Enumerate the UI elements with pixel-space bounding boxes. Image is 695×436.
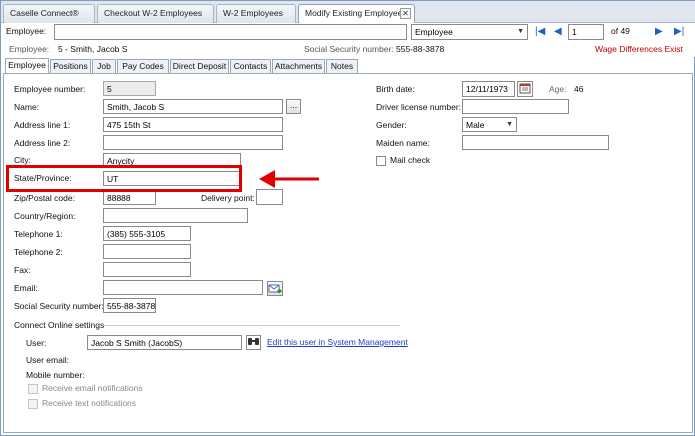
tab-employee[interactable]: Employee — [5, 58, 49, 73]
wage-differences-warning: Wage Differences Exist — [595, 44, 683, 54]
name-field[interactable]: Smith, Jacob S — [103, 99, 283, 114]
chevron-down-icon: ▼ — [506, 121, 513, 128]
email-label: Email: — [14, 283, 38, 293]
telephone1-label: Telephone 1: — [14, 229, 63, 239]
receive-text-checkbox[interactable] — [28, 399, 38, 409]
lookup-type-select[interactable]: Employee ▼ — [411, 24, 528, 40]
tab-job[interactable]: Job — [92, 59, 116, 73]
telephone1-field[interactable]: (385) 555-3105 — [103, 226, 191, 241]
delivery-point-label: Delivery point: — [201, 193, 255, 203]
calendar-button[interactable] — [517, 81, 533, 97]
summary-ssn-label: Social Security number: — [304, 44, 394, 54]
tab-checkout-w2-employees[interactable]: Checkout W-2 Employees — [97, 4, 214, 23]
summary-ssn-value: 555-88-3878 — [396, 44, 445, 54]
tab-attachments[interactable]: Attachments — [272, 59, 325, 73]
summary-employee-label: Employee: — [9, 44, 50, 54]
receive-text-label: Receive text notifications — [42, 398, 137, 408]
employee-summary-bar: Employee: 5 - Smith, Jacob S Social Secu… — [1, 41, 695, 57]
email-field[interactable] — [103, 280, 263, 295]
tab-pay-codes[interactable]: Pay Codes — [117, 59, 169, 73]
receive-email-checkbox[interactable] — [28, 384, 38, 394]
telephone2-field[interactable] — [103, 244, 191, 259]
address2-label: Address line 2: — [14, 138, 71, 148]
employee-number-field: 5 — [103, 81, 156, 96]
next-record-icon[interactable]: ▶ — [655, 26, 663, 38]
gender-value: Male — [466, 120, 485, 130]
tab-direct-deposit[interactable]: Direct Deposit — [170, 59, 229, 73]
zip-field[interactable]: 88888 — [103, 190, 156, 205]
mobile-number-label: Mobile number: — [26, 370, 85, 380]
tab-positions[interactable]: Positions — [50, 59, 91, 73]
connect-online-heading: Connect Online settings — [14, 320, 105, 330]
driver-license-field[interactable] — [462, 99, 569, 114]
user-label: User: — [26, 338, 47, 348]
calendar-icon — [519, 83, 531, 94]
red-arrow-icon — [259, 170, 319, 188]
country-field[interactable] — [103, 208, 248, 223]
close-icon[interactable]: ✕ — [400, 8, 411, 19]
fax-label: Fax: — [14, 265, 31, 275]
chevron-down-icon: ▼ — [517, 28, 524, 35]
ssn-label: Social Security number: — [14, 301, 104, 311]
birth-date-label: Birth date: — [376, 84, 415, 94]
age-label: Age: — [549, 84, 567, 94]
address1-field[interactable]: 475 15th St — [103, 117, 283, 132]
zip-label: Zip/Postal code: — [14, 193, 75, 203]
connect-user-field[interactable]: Jacob S Smith (JacobS) — [87, 335, 242, 350]
tab-caselle-connect[interactable]: Caselle Connect® — [3, 4, 95, 23]
tab-label: W-2 Employees — [223, 8, 283, 18]
user-email-label: User email: — [26, 355, 69, 365]
tab-contacts[interactable]: Contacts — [230, 59, 271, 73]
tab-modify-existing-employees[interactable]: Modify Existing Employees ✕ — [298, 4, 415, 24]
gender-select[interactable]: Male ▼ — [462, 117, 517, 132]
mail-check-checkbox[interactable] — [376, 156, 386, 166]
name-lookup-button[interactable]: ... — [286, 99, 301, 114]
first-record-icon[interactable]: |◀ — [535, 26, 545, 38]
gender-label: Gender: — [376, 120, 407, 130]
driver-license-label: Driver license number: — [376, 102, 462, 112]
maiden-name-field[interactable] — [462, 135, 609, 150]
binoculars-button[interactable] — [246, 335, 261, 350]
receive-email-label: Receive email notifications — [42, 383, 143, 393]
address2-field[interactable] — [103, 135, 283, 150]
delivery-point-field[interactable] — [256, 189, 283, 205]
maiden-name-label: Maiden name: — [376, 138, 430, 148]
mail-check-label: Mail check — [390, 155, 431, 165]
employee-number-label: Employee number: — [14, 84, 86, 94]
age-value: 46 — [574, 84, 584, 94]
connect-online-divider — [104, 325, 400, 326]
tab-notes[interactable]: Notes — [326, 59, 358, 73]
name-label: Name: — [14, 102, 40, 112]
last-record-icon[interactable]: ▶| — [674, 26, 684, 38]
state-highlight-box — [6, 165, 242, 192]
fax-field[interactable] — [103, 262, 191, 277]
ssn-field[interactable]: 555-88-3878 — [103, 298, 156, 313]
summary-employee-value: 5 - Smith, Jacob S — [58, 44, 128, 54]
country-label: Country/Region: — [14, 211, 76, 221]
tab-label: Caselle Connect® — [10, 8, 79, 18]
address1-label: Address line 1: — [14, 120, 71, 130]
previous-record-icon[interactable]: ◀ — [554, 26, 562, 38]
app-window: Caselle Connect® Checkout W-2 Employees … — [0, 0, 695, 436]
employee-search-bar: Employee: Employee ▼ |◀ ◀ 1 of 49 ▶ ▶| — [1, 23, 695, 41]
binoculars-icon — [248, 338, 259, 345]
tab-label: Checkout W-2 Employees — [104, 8, 203, 18]
edit-user-link[interactable]: Edit this user in System Management — [267, 337, 408, 347]
employee-search-label: Employee: — [6, 26, 47, 36]
document-tab-strip: Caselle Connect® Checkout W-2 Employees … — [1, 1, 695, 24]
lookup-type-value: Employee — [415, 27, 453, 37]
send-email-button[interactable] — [267, 281, 283, 296]
record-total: of 49 — [611, 26, 630, 36]
tab-w2-employees[interactable]: W-2 Employees — [216, 4, 296, 23]
employee-search-input[interactable] — [54, 24, 407, 40]
birth-date-field[interactable]: 12/11/1973 — [462, 81, 515, 97]
telephone2-label: Telephone 2: — [14, 247, 63, 257]
record-number-input[interactable]: 1 — [568, 24, 604, 40]
email-icon — [268, 284, 283, 294]
tab-label: Modify Existing Employees — [305, 8, 407, 18]
